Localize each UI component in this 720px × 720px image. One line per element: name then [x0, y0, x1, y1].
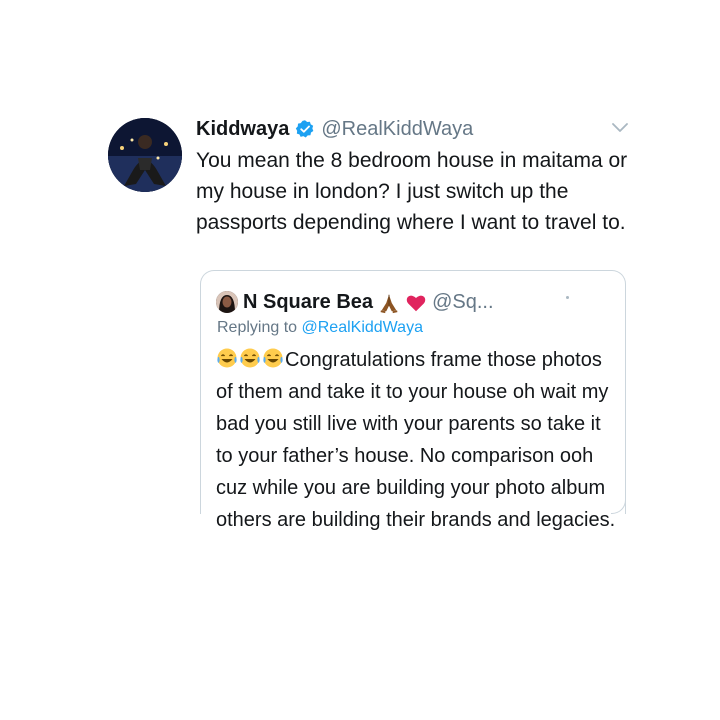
verified-badge-icon [295, 119, 315, 139]
avatar-photo [108, 118, 182, 192]
quoted-tweet-body: Congratulations frame those photos of th… [216, 349, 616, 531]
tears-of-joy-icon [216, 347, 238, 369]
avatar[interactable] [108, 118, 182, 192]
replying-to: Replying to @RealKiddWaya [217, 319, 423, 337]
quoted-handle[interactable]: @Sq... [432, 291, 493, 314]
tears-of-joy-icon [239, 347, 261, 369]
separator-dot [566, 296, 569, 299]
quoted-tweet-text: Congratulations frame those photos of th… [216, 344, 616, 536]
tweet-screenshot: Kiddwaya @RealKiddWaya You mean the 8 be… [0, 0, 720, 720]
handle[interactable]: @RealKiddWaya [321, 118, 473, 141]
red-heart-icon [405, 291, 427, 313]
chevron-down-icon[interactable] [608, 118, 632, 138]
folded-hands-icon [378, 291, 400, 314]
quoted-display-name[interactable]: N Square Bea [243, 291, 373, 314]
replying-prefix: Replying to [217, 319, 302, 336]
quoted-tweet-header: N Square Bea @Sq... [216, 288, 494, 316]
tweet-header: Kiddwaya @RealKiddWaya [196, 116, 473, 142]
tears-of-joy-icon [262, 347, 284, 369]
leading-emojis [216, 347, 284, 369]
quoted-avatar[interactable] [216, 291, 238, 313]
display-name[interactable]: Kiddwaya [196, 118, 289, 141]
tweet-text: You mean the 8 bedroom house in maitama … [196, 149, 628, 234]
replying-mention-link[interactable]: @RealKiddWaya [302, 319, 423, 336]
